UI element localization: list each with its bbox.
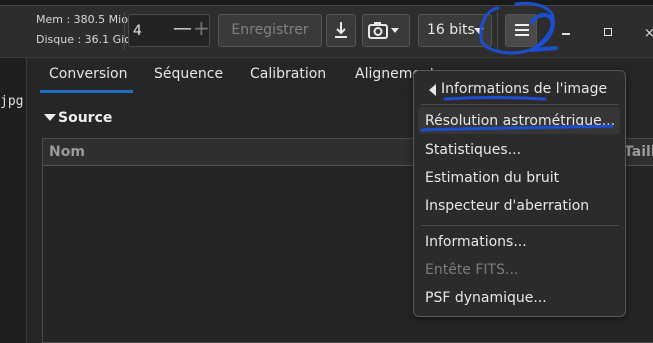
download-icon (335, 22, 347, 38)
menu-item-noise-estimation[interactable]: Estimation du bruit (425, 170, 559, 186)
toolbar-divider (497, 12, 498, 50)
menu-item-aberration-inspector[interactable]: Inspecteur d'aberration (425, 198, 589, 214)
bit-depth-select[interactable]: 16 bits (418, 14, 492, 47)
menu-separator (421, 225, 619, 226)
disk-usage: Disque : 36.1 Gio (36, 33, 131, 46)
tab-calibration[interactable]: Calibration (250, 66, 326, 82)
menu-item-information[interactable]: Informations... (425, 234, 527, 250)
column-header-size[interactable]: Taille (624, 144, 653, 160)
column-header-name[interactable]: Nom (49, 144, 85, 160)
active-tab-indicator (40, 90, 133, 93)
memory-status: Mem : 380.5 Mio Disque : 36.1 Gio (36, 10, 131, 50)
toolbar-divider (124, 12, 125, 50)
file-extension-text: jpg (0, 94, 24, 109)
hamburger-menu-icon (515, 24, 529, 36)
bit-depth-label: 16 bits (427, 22, 475, 38)
stepper-plus-button[interactable]: + (193, 16, 210, 40)
memory-usage: Mem : 380.5 Mio (36, 13, 128, 26)
stepper-value[interactable]: 4 (133, 23, 142, 39)
camera-icon (368, 22, 399, 39)
caret-down-icon (474, 28, 484, 34)
stepper-minus-button[interactable]: — (173, 17, 192, 39)
maximize-icon[interactable] (604, 28, 612, 36)
menu-item-statistics[interactable]: Statistiques... (425, 142, 521, 158)
menu-back-image-info[interactable]: Informations de l'image (441, 81, 607, 97)
source-section-title[interactable]: Source (58, 110, 112, 126)
minimize-icon[interactable] (562, 33, 570, 35)
tab-sequence[interactable]: Séquence (154, 66, 223, 82)
menu-separator (421, 104, 619, 105)
menu-item-fits-header: Entête FITS... (425, 262, 519, 278)
snapshot-button[interactable] (362, 14, 410, 47)
main-menu-button[interactable] (505, 14, 537, 47)
thread-count-stepper[interactable]: 4 — + (128, 14, 210, 47)
tab-conversion[interactable]: Conversion (49, 66, 128, 82)
export-button[interactable] (326, 14, 356, 47)
menu-item-plate-solving[interactable]: Résolution astrométrique... (425, 113, 615, 129)
triangle-down-icon[interactable] (44, 113, 56, 123)
triangle-left-icon[interactable] (429, 84, 437, 96)
menu-item-dynamic-psf[interactable]: PSF dynamique... (425, 290, 547, 306)
save-button[interactable]: Enregistrer (218, 14, 322, 47)
close-icon[interactable]: × (644, 26, 653, 41)
save-button-label: Enregistrer (231, 22, 309, 38)
